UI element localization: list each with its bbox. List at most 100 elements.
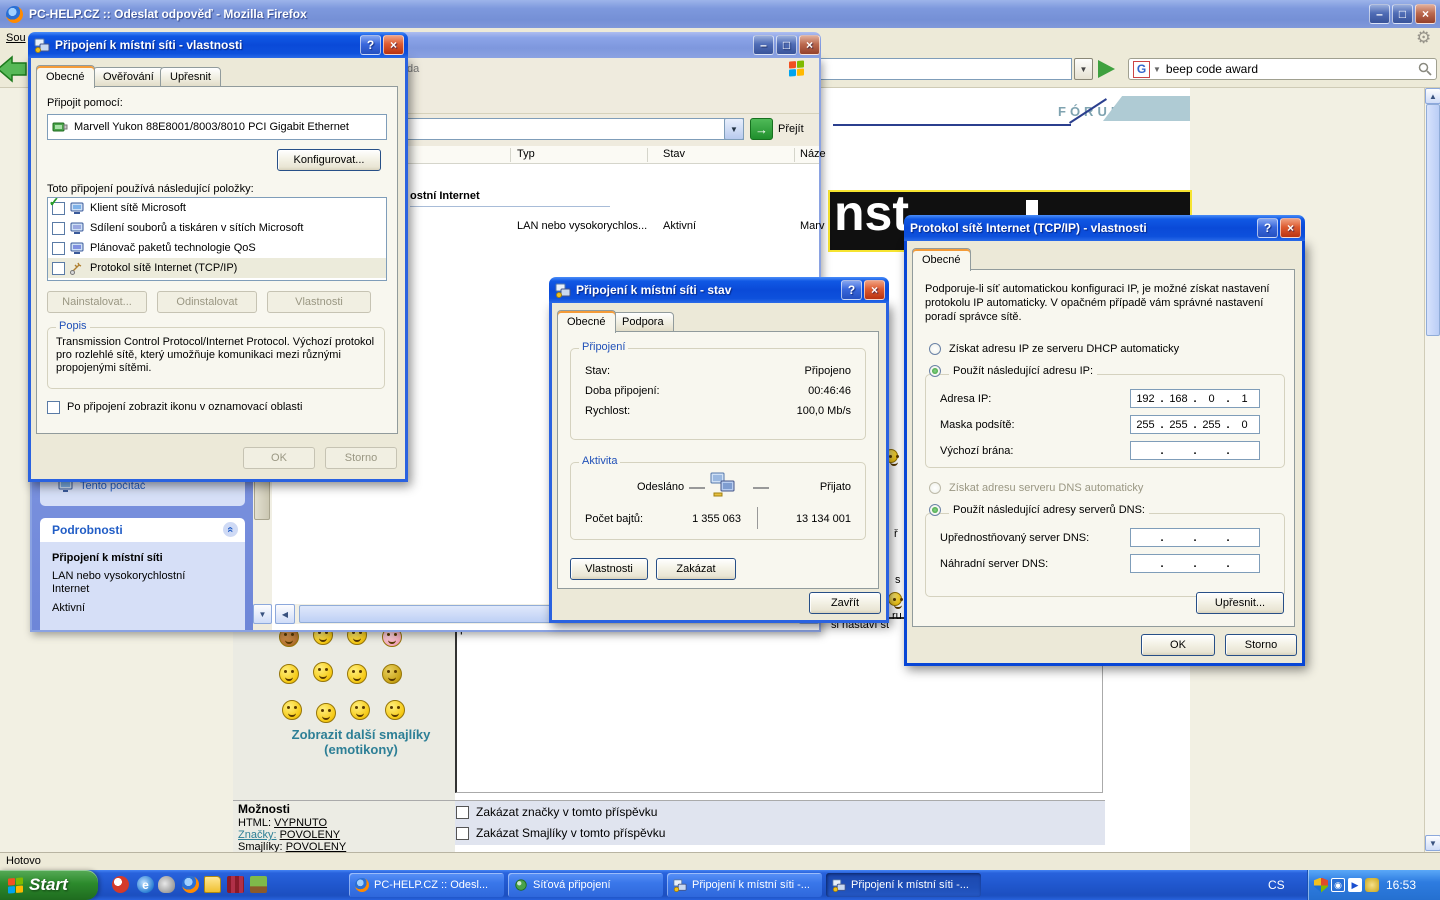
smiley-icon[interactable] bbox=[316, 703, 336, 723]
scroll-up-icon[interactable]: ▲ bbox=[1425, 88, 1440, 104]
tray-cd-icon[interactable]: ◉ bbox=[1331, 878, 1345, 892]
help-button[interactable]: ? bbox=[360, 35, 381, 55]
scroll-down-icon[interactable]: ▼ bbox=[1425, 835, 1440, 851]
red-app-icon[interactable] bbox=[227, 876, 244, 893]
gear-icon[interactable]: ⚙ bbox=[1416, 28, 1431, 48]
smiley-icon[interactable] bbox=[313, 662, 333, 682]
menu-file[interactable]: Sou bbox=[6, 32, 26, 44]
column-header-typ[interactable]: Typ bbox=[517, 148, 535, 160]
address-dropdown-button[interactable]: ▼ bbox=[724, 118, 744, 140]
maximize-button[interactable]: □ bbox=[776, 35, 797, 55]
scrollbar-thumb[interactable] bbox=[299, 605, 591, 623]
dns-auto-radio[interactable] bbox=[929, 482, 941, 494]
google-logo-icon[interactable]: G bbox=[1133, 61, 1150, 78]
taskbar-task-firefox[interactable]: PC-HELP.CZ :: Odesl... bbox=[349, 873, 504, 897]
item-checkbox[interactable] bbox=[52, 222, 65, 235]
list-item[interactable]: Klient sítě Microsoft bbox=[48, 198, 386, 218]
dns-primary-input[interactable]: ... bbox=[1130, 528, 1260, 547]
smiley-icon[interactable] bbox=[347, 664, 367, 684]
ip-address-input[interactable]: 192. 168. 0. 1 bbox=[1130, 389, 1260, 408]
static-ip-radio[interactable] bbox=[929, 365, 941, 377]
items-listbox[interactable]: Klient sítě Microsoft Sdílení souborů a … bbox=[47, 197, 387, 281]
close-button[interactable]: × bbox=[1415, 4, 1436, 24]
install-button[interactable]: Nainstalovat... bbox=[47, 291, 147, 313]
minimize-button[interactable]: – bbox=[753, 35, 774, 55]
uninstall-button[interactable]: Odinstalovat bbox=[157, 291, 257, 313]
taskbar-task-connection-properties[interactable]: Připojení k místní síti -... bbox=[826, 873, 981, 897]
smiley-icon[interactable] bbox=[382, 664, 402, 684]
minimize-button[interactable]: – bbox=[1369, 4, 1390, 24]
scrollbar-thumb[interactable] bbox=[1426, 104, 1440, 336]
search-engine-dropdown-icon[interactable]: ▼ bbox=[1153, 65, 1161, 74]
close-button[interactable]: × bbox=[383, 35, 404, 55]
tree-app-icon[interactable] bbox=[250, 876, 267, 893]
language-indicator[interactable]: CS bbox=[1268, 878, 1285, 892]
ip-octet[interactable]: 1 bbox=[1230, 393, 1259, 405]
list-item[interactable]: Sdílení souborů a tiskáren v sítích Micr… bbox=[48, 218, 386, 238]
smiley-icon[interactable] bbox=[279, 664, 299, 684]
more-smilies-link[interactable]: Zobrazit další smajlíky (emotikony) bbox=[276, 727, 446, 757]
static-ip-radio-label[interactable]: Použít následující adresu IP: bbox=[949, 365, 1097, 377]
opera-icon[interactable] bbox=[112, 876, 129, 893]
ip-octet[interactable]: 168 bbox=[1164, 393, 1193, 405]
subnet-mask-input[interactable]: 255. 255. 255. 0 bbox=[1130, 415, 1260, 434]
list-item-selected[interactable]: Protokol sítě Internet (TCP/IP) bbox=[48, 258, 386, 278]
tray-play-icon[interactable]: ▶ bbox=[1348, 878, 1362, 892]
smiley-icon[interactable] bbox=[385, 700, 405, 720]
go-button-icon[interactable] bbox=[1098, 60, 1115, 78]
configure-button[interactable]: Konfigurovat... bbox=[277, 149, 381, 171]
smiley-icon[interactable] bbox=[350, 700, 370, 720]
tab-obecne[interactable]: Obecné bbox=[557, 310, 616, 333]
search-icon[interactable] bbox=[1418, 62, 1432, 76]
option-tags-link[interactable]: Značky: bbox=[238, 829, 277, 841]
properties-button[interactable]: Vlastnosti bbox=[570, 558, 648, 580]
ip-octet[interactable]: 0 bbox=[1230, 419, 1259, 431]
tab-obecne[interactable]: Obecné bbox=[36, 65, 95, 88]
dialog-titlebar[interactable]: Protokol sítě Internet (TCP/IP) - vlastn… bbox=[904, 215, 1305, 241]
maximize-button[interactable]: □ bbox=[1392, 4, 1413, 24]
close-button[interactable]: × bbox=[799, 35, 820, 55]
properties-button[interactable]: Vlastnosti bbox=[267, 291, 371, 313]
taskbar-task-network-connections[interactable]: Síťová připojení bbox=[508, 873, 663, 897]
ip-octet[interactable]: 255 bbox=[1131, 419, 1160, 431]
ip-octet[interactable]: 192 bbox=[1131, 393, 1160, 405]
dhcp-radio[interactable] bbox=[929, 343, 941, 355]
security-shield-icon[interactable] bbox=[1314, 878, 1328, 893]
disable-smilies-checkbox[interactable] bbox=[456, 827, 469, 840]
advanced-button[interactable]: Upřesnit... bbox=[1196, 592, 1284, 614]
disable-tags-checkbox[interactable] bbox=[456, 806, 469, 819]
dhcp-radio-label[interactable]: Získat adresu IP ze serveru DHCP automat… bbox=[949, 343, 1179, 355]
cancel-button[interactable]: Storno bbox=[1225, 634, 1297, 656]
ip-octet[interactable]: 255 bbox=[1197, 419, 1226, 431]
page-scrollbar[interactable]: ▲ ▼ bbox=[1424, 88, 1440, 852]
tray-gold-icon[interactable] bbox=[1365, 878, 1379, 892]
column-header-stav[interactable]: Stav bbox=[663, 148, 685, 160]
cancel-button[interactable]: Storno bbox=[325, 447, 397, 469]
disable-button[interactable]: Zakázat bbox=[656, 558, 736, 580]
firefox-icon[interactable] bbox=[182, 876, 199, 893]
go-label[interactable]: Přejít bbox=[778, 123, 804, 135]
help-button[interactable]: ? bbox=[841, 280, 862, 300]
folder-icon[interactable] bbox=[204, 876, 221, 893]
tab-obecne[interactable]: Obecné bbox=[912, 248, 971, 271]
ie-icon[interactable]: e bbox=[137, 876, 154, 893]
start-button[interactable]: Start bbox=[0, 870, 98, 900]
item-checkbox[interactable] bbox=[52, 262, 65, 275]
list-item[interactable]: Plánovač paketů technologie QoS bbox=[48, 238, 386, 258]
taskbar-task-connection-status[interactable]: Připojení k místní síti -... bbox=[667, 873, 822, 897]
notify-checkbox[interactable] bbox=[47, 401, 60, 414]
details-header[interactable]: Podrobnosti « bbox=[40, 518, 245, 542]
ok-button[interactable]: OK bbox=[1141, 634, 1215, 656]
close-button[interactable]: × bbox=[864, 280, 885, 300]
go-button[interactable]: → bbox=[750, 118, 773, 140]
smiley-icon[interactable] bbox=[282, 700, 302, 720]
ip-octet[interactable]: 0 bbox=[1197, 393, 1226, 405]
ip-octet[interactable]: 255 bbox=[1164, 419, 1193, 431]
tab-podpora[interactable]: Podpora bbox=[612, 312, 674, 332]
back-button-icon[interactable] bbox=[0, 54, 28, 84]
collapse-chevron-icon[interactable]: « bbox=[222, 521, 239, 538]
menu-help-fragment[interactable]: da bbox=[407, 63, 419, 75]
gateway-input[interactable]: ... bbox=[1130, 441, 1260, 460]
help-button[interactable]: ? bbox=[1257, 218, 1278, 238]
scroll-down-icon[interactable]: ▼ bbox=[253, 604, 272, 624]
